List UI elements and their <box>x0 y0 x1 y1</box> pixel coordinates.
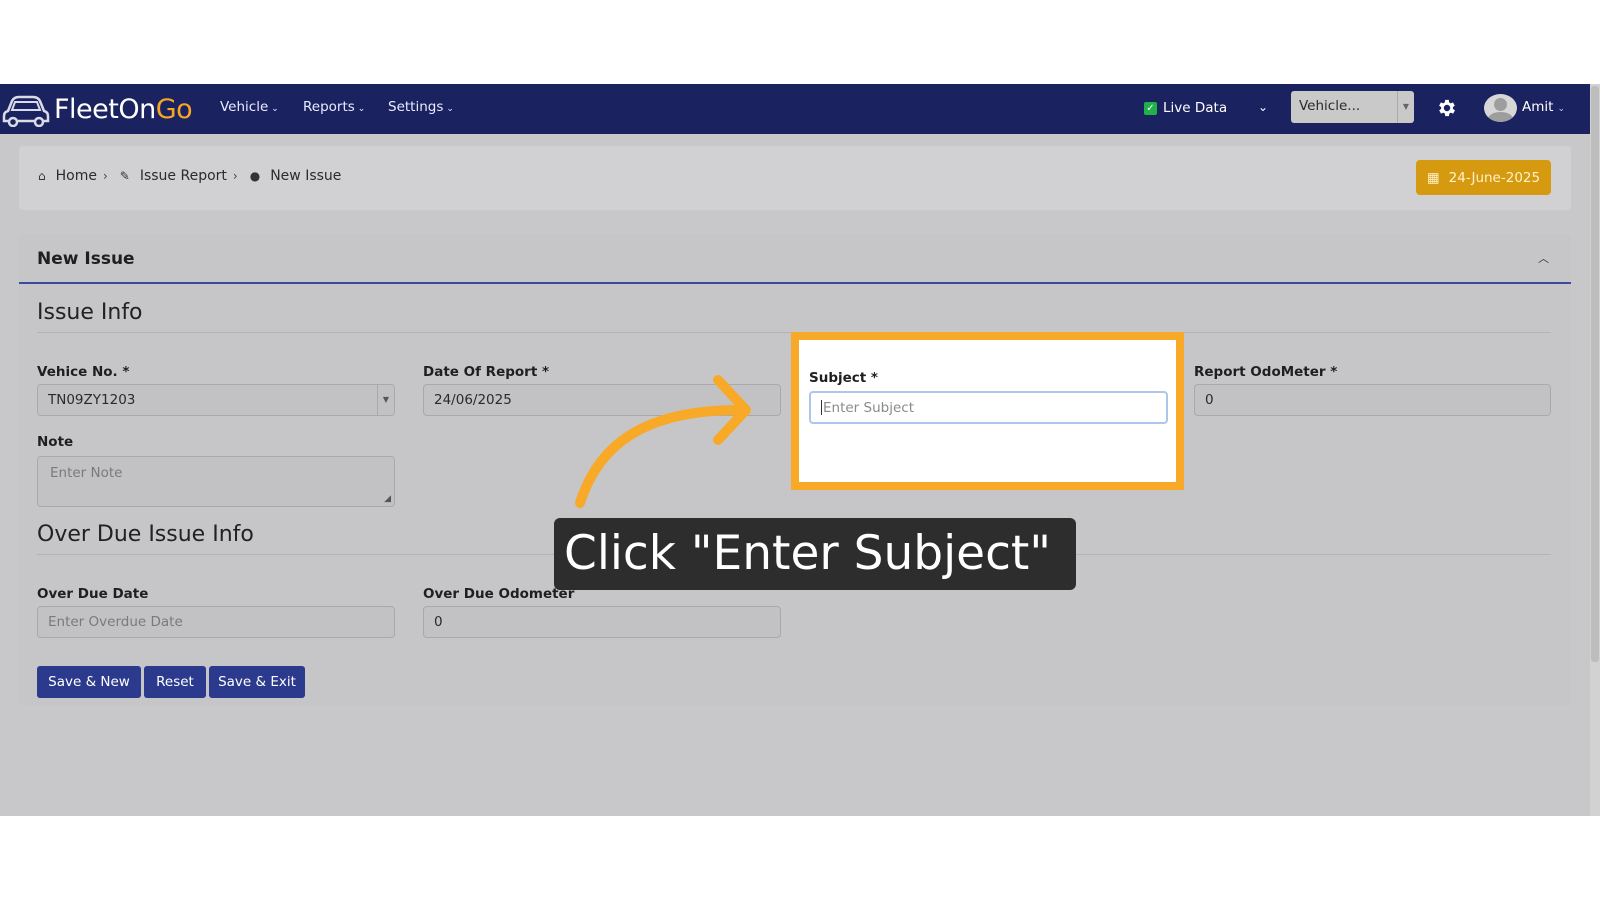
nav-menu-reports[interactable]: Reports ⌄ <box>303 99 365 115</box>
reset-button[interactable]: Reset <box>144 666 206 698</box>
avatar[interactable] <box>1484 94 1517 122</box>
home-icon: ⌂ <box>38 169 46 183</box>
dropdown-arrow-icon: ▼ <box>377 385 394 415</box>
breadcrumb-issue-report[interactable]: Issue Report <box>140 168 227 184</box>
subject-input[interactable]: Enter Subject <box>809 391 1168 424</box>
pointer-arrow-icon <box>575 375 751 508</box>
breadcrumb-current: New Issue <box>270 168 342 184</box>
subject-placeholder: Enter Subject <box>823 400 914 416</box>
overdue-odometer-label: Over Due Odometer <box>423 586 575 602</box>
live-data-label: Live Data <box>1163 100 1228 116</box>
section-issue-info: Issue Info <box>37 300 143 325</box>
gear-icon[interactable] <box>1436 97 1458 119</box>
chevron-down-icon: ⌄ <box>357 104 366 114</box>
car-icon <box>2 95 50 127</box>
breadcrumb: ⌂ Home › ✎ Issue Report › ● New Issue <box>38 168 341 184</box>
logo[interactable]: FleetOnGo <box>2 90 193 128</box>
nav-menu-vehicle[interactable]: Vehicle ⌄ <box>220 99 279 115</box>
user-icon: ● <box>249 169 261 183</box>
vehicle-no-select[interactable]: TN09ZY1203 ▼ <box>37 384 395 416</box>
chevron-right-icon: › <box>102 169 108 183</box>
card-header: New Issue ︿ <box>19 234 1571 284</box>
edit-icon: ✎ <box>119 169 130 183</box>
save-exit-button[interactable]: Save & Exit <box>209 666 305 698</box>
breadcrumb-bar: ⌂ Home › ✎ Issue Report › ● New Issue ▦ … <box>19 146 1571 210</box>
chevron-down-icon: ⌄ <box>271 104 279 114</box>
user-menu[interactable]: Amit ⌄ <box>1522 99 1565 115</box>
subject-label: Subject * <box>809 370 878 386</box>
date-of-report-label: Date Of Report * <box>423 364 550 380</box>
date-button-label: 24-June-2025 <box>1448 169 1541 186</box>
nav-menu-settings[interactable]: Settings ⌄ <box>388 99 454 115</box>
vehicle-no-value: TN09ZY1203 <box>48 392 136 408</box>
date-button[interactable]: ▦ 24-June-2025 <box>1416 160 1551 195</box>
chevron-right-icon: › <box>232 169 238 183</box>
vertical-scrollbar[interactable] <box>1590 84 1600 816</box>
report-odometer-input[interactable]: 0 <box>1194 384 1551 416</box>
note-label: Note <box>37 434 74 450</box>
checkbox-checked-icon: ✓ <box>1144 101 1157 115</box>
live-data-toggle[interactable]: ✓ Live Data <box>1144 100 1227 116</box>
brand-name: FleetOnGo <box>54 93 193 125</box>
dropdown-arrow-icon: ▼ <box>1397 91 1414 123</box>
overdue-odometer-input[interactable]: 0 <box>423 606 781 638</box>
chevron-down-icon: ⌄ <box>1557 104 1565 114</box>
instruction-callout: Click "Enter Subject" <box>554 518 1076 590</box>
section-overdue-info: Over Due Issue Info <box>37 522 254 547</box>
note-placeholder: Enter Note <box>50 465 123 481</box>
resize-grip-icon[interactable]: ◢ <box>384 494 391 504</box>
vehicle-no-label: Vehice No. * <box>37 364 130 380</box>
top-navbar: FleetOnGo Vehicle ⌄ Reports ⌄ Settings ⌄ ✓ … <box>0 84 1590 134</box>
save-new-button[interactable]: Save & New <box>37 666 141 698</box>
breadcrumb-home[interactable]: Home <box>56 168 97 184</box>
note-textarea[interactable]: Enter Note ◢ <box>37 456 395 507</box>
overdue-date-label: Over Due Date <box>37 586 149 602</box>
scrollbar-thumb[interactable] <box>1591 86 1599 662</box>
vehicle-select[interactable]: Vehicle... ▼ <box>1291 91 1414 123</box>
text-caret <box>821 400 822 415</box>
vehicle-select-value: Vehicle... <box>1299 98 1361 114</box>
chevron-down-icon[interactable]: ⌄ <box>1258 100 1268 114</box>
card-title: New Issue <box>37 249 135 269</box>
chevron-down-icon: ⌄ <box>446 104 454 114</box>
report-odometer-label: Report OdoMeter * <box>1194 364 1338 380</box>
overdue-date-input[interactable]: Enter Overdue Date <box>37 606 395 638</box>
subject-highlight-box: Subject * Enter Subject <box>791 332 1184 490</box>
chevron-up-icon[interactable]: ︿ <box>1538 250 1549 266</box>
calendar-icon: ▦ <box>1426 169 1440 186</box>
